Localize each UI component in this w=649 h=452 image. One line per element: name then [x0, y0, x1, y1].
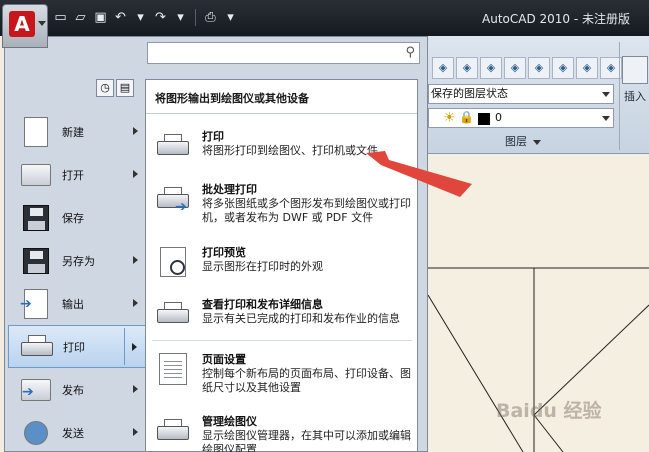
watermark: Baidu 经验 [496, 400, 602, 422]
annotation-arrow-icon [366, 151, 472, 197]
